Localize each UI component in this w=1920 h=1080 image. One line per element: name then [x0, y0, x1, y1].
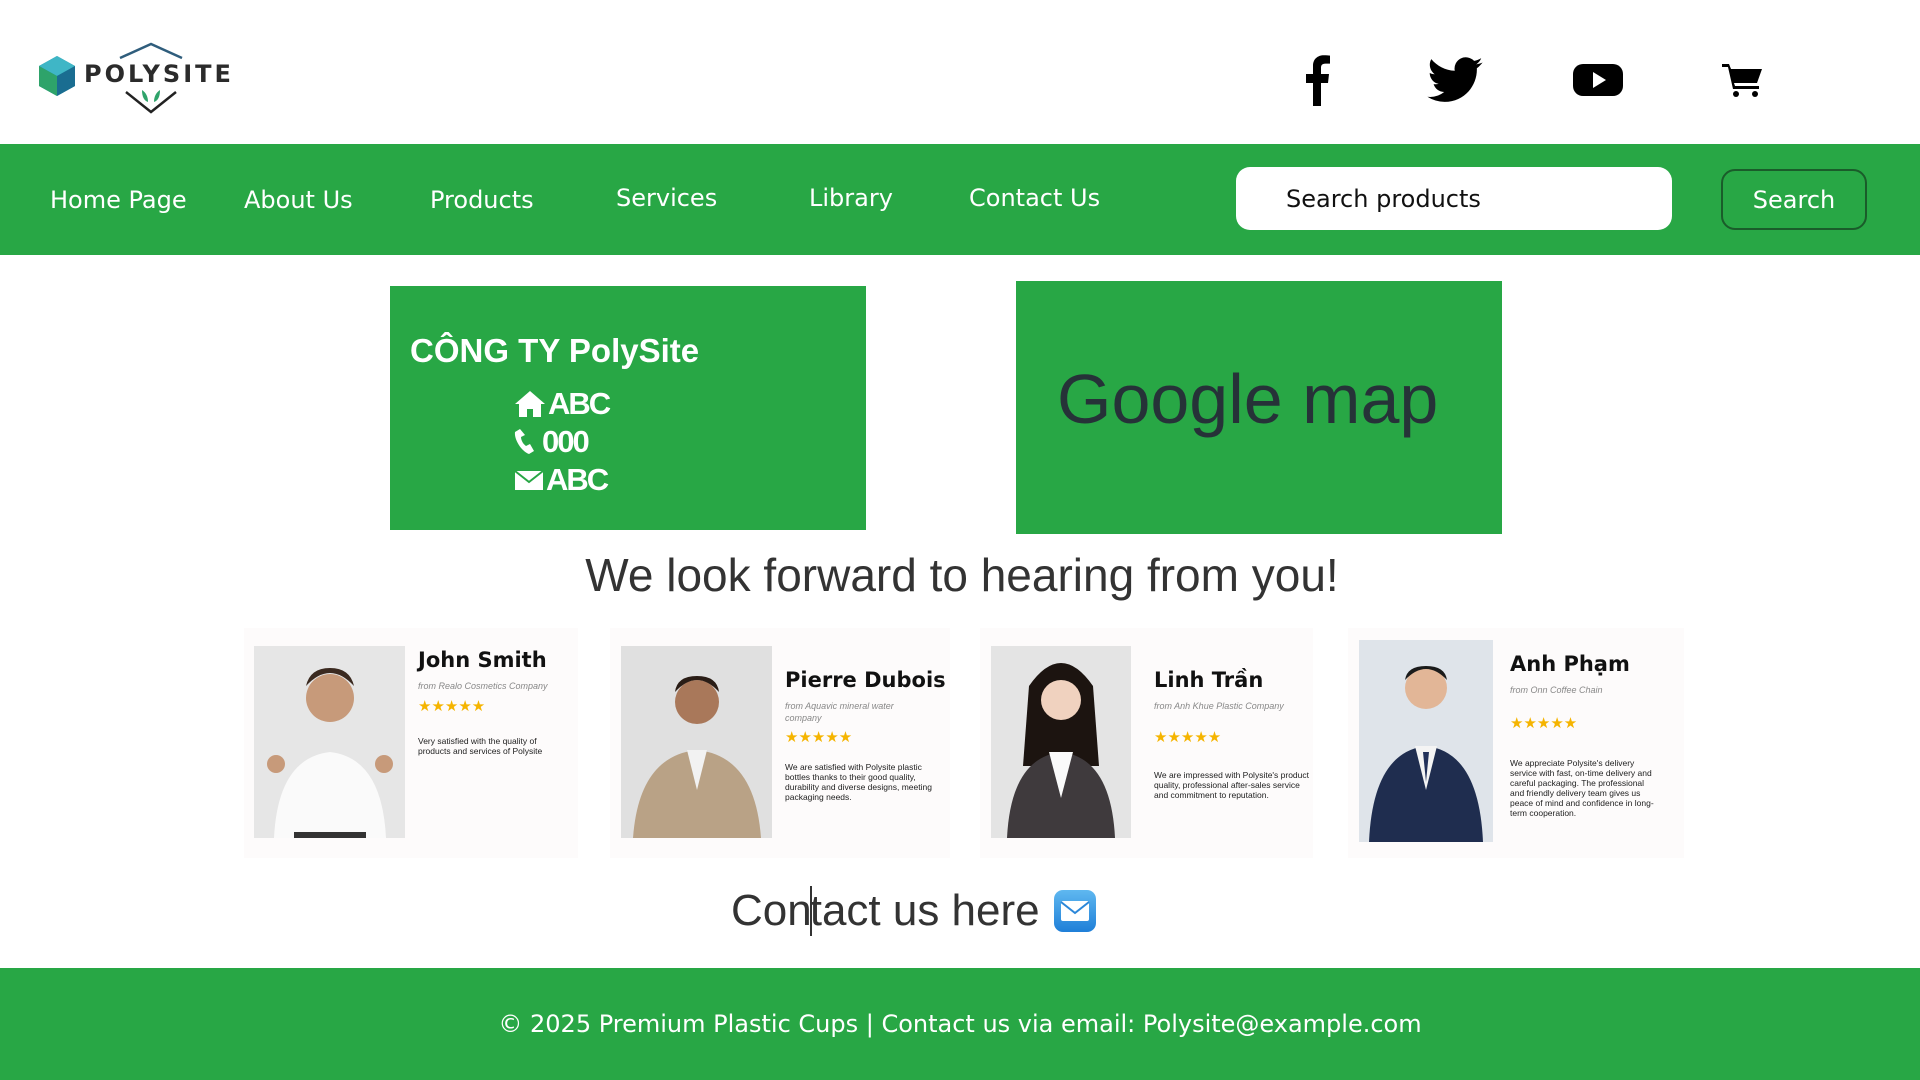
nav-library[interactable]: Library — [809, 184, 893, 212]
footer: © 2025 Premium Plastic Cups | Contact us… — [0, 968, 1920, 1080]
cart-icon[interactable] — [1712, 50, 1772, 110]
testimonial-quote: We appreciate Polysite's delivery servic… — [1510, 758, 1654, 818]
phone-row: 000 — [514, 424, 590, 460]
testimonial-name: Linh Trần — [1154, 668, 1264, 692]
site-header: POLYSITE — [0, 0, 1920, 144]
avatar — [621, 646, 772, 838]
company-info-card: CÔNG TY PolySite ABC 000 ABC — [390, 286, 866, 530]
google-map[interactable]: Google map — [1016, 281, 1502, 534]
nav-products[interactable]: Products — [430, 186, 534, 214]
nav-home-page[interactable]: Home Page — [50, 186, 187, 214]
company-email: ABC — [546, 462, 609, 497]
logo[interactable]: POLYSITE — [38, 40, 231, 120]
testimonial-company: from Aquavic mineral water company — [785, 701, 894, 723]
home-icon — [515, 391, 545, 417]
facebook-icon[interactable] — [1286, 50, 1346, 110]
logo-cube-icon — [39, 56, 75, 96]
logo-text: POLYSITE — [84, 60, 234, 88]
address-row: ABC — [514, 386, 611, 422]
testimonial-name: John Smith — [418, 648, 547, 672]
contact-text-end: tact us here — [809, 886, 1040, 935]
search-button[interactable]: Search — [1721, 169, 1867, 230]
rating-stars: ★★★★★ — [1510, 715, 1578, 732]
testimonial-company: from Realo Cosmetics Company — [418, 681, 548, 691]
rating-stars: ★★★★★ — [1154, 729, 1222, 746]
nav-about-us[interactable]: About Us — [244, 186, 353, 214]
testimonial-card: Linh Trần from Anh Khue Plastic Company … — [980, 628, 1313, 858]
contact-text-start: Con — [731, 886, 812, 935]
testimonial-name: Pierre Dubois — [785, 668, 946, 692]
phone-icon — [514, 429, 534, 454]
testimonial-company: from Anh Khue Plastic Company — [1154, 701, 1284, 711]
rating-stars: ★★★★★ — [785, 729, 853, 746]
avatar — [254, 646, 405, 838]
testimonial-quote: We are satisfied with Polysite plastic b… — [785, 762, 932, 802]
company-address: ABC — [548, 386, 611, 421]
testimonial-quote: Very satisfied with the quality of produ… — [418, 736, 543, 756]
map-label: Google map — [1057, 360, 1439, 438]
youtube-icon[interactable] — [1568, 50, 1628, 110]
rating-stars: ★★★★★ — [418, 698, 486, 715]
company-title: CÔNG TY PolySite — [410, 332, 700, 369]
contact-us-here[interactable]: Con tact us here — [731, 886, 1096, 936]
testimonial-name: Anh Phạm — [1510, 652, 1630, 676]
tagline: We look forward to hearing from you! — [585, 549, 1339, 601]
testimonial-company: from Onn Coffee Chain — [1510, 685, 1603, 695]
search-input[interactable] — [1236, 167, 1672, 230]
main-nav: Home Page About Us Products Services Lib… — [0, 144, 1920, 255]
mail-icon[interactable] — [1053, 890, 1096, 932]
avatar — [1359, 640, 1493, 842]
testimonial-card: John Smith from Realo Cosmetics Company … — [244, 628, 578, 858]
page: POLYSITE Home Page About Us Products Ser… — [0, 0, 1920, 1080]
nav-contact-us[interactable]: Contact Us — [969, 184, 1100, 212]
avatar — [991, 646, 1131, 838]
nav-services[interactable]: Services — [616, 184, 717, 212]
company-phone: 000 — [542, 424, 590, 459]
testimonial-card: Pierre Dubois from Aquavic mineral water… — [610, 628, 950, 858]
email-row: ABC — [514, 462, 609, 498]
testimonial-card: Anh Phạm from Onn Coffee Chain ★★★★★ We … — [1348, 628, 1684, 858]
twitter-icon[interactable] — [1425, 50, 1485, 110]
testimonial-quote: We are impressed with Polysite's product… — [1154, 770, 1310, 800]
envelope-icon — [514, 470, 544, 490]
